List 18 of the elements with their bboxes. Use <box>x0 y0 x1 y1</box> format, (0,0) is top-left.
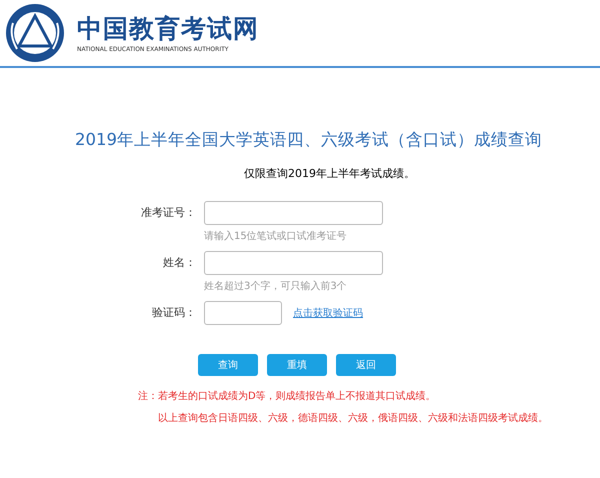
site-name: 中国教育考试网 <box>77 14 259 44</box>
action-button[interactable]: 重填 <box>267 354 327 376</box>
note-text: 注：若考生的口试成绩为D等，则成绩报告单上不报道其口试成绩。 <box>138 390 437 404</box>
captcha-field[interactable] <box>204 301 282 325</box>
subtitle: 仅限查询2019年上半年考试成绩。 <box>244 166 416 181</box>
field-label: 姓名： <box>162 255 196 271</box>
action-button[interactable]: 查询 <box>198 354 258 376</box>
captcha-link[interactable]: 点击获取验证码 <box>293 306 363 320</box>
field-hint: 姓名超过3个字，可只输入前3个 <box>204 280 348 293</box>
logo-emblem-icon <box>5 3 65 63</box>
field-label: 验证码： <box>151 305 196 321</box>
field-label: 准考证号： <box>140 205 196 221</box>
action-button[interactable]: 返回 <box>336 354 396 376</box>
input-field[interactable] <box>204 251 383 275</box>
field-hint: 请输入15位笔试或口试准考证号 <box>204 230 348 243</box>
input-field[interactable] <box>204 201 383 225</box>
note-text: 以上查询包含日语四级、六级，德语四级、六级，俄语四级、六级和法语四级考试成绩。 <box>158 412 549 426</box>
page-title: 2019年上半年全国大学英语四、六级考试（含口试）成绩查询 <box>75 129 543 151</box>
